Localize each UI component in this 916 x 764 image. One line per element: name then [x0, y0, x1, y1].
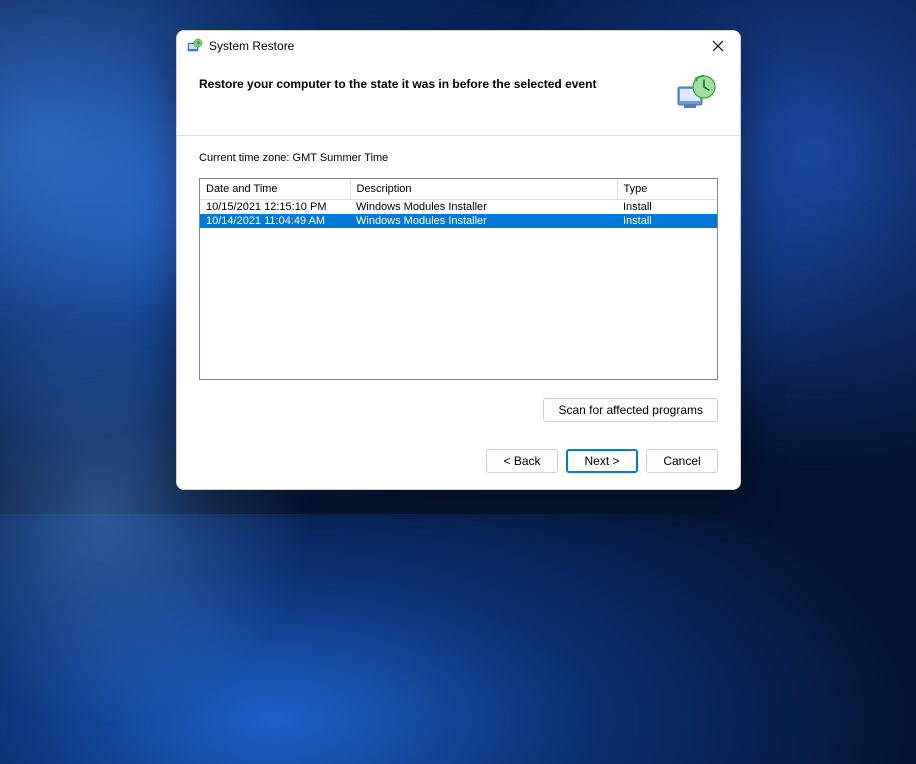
column-header-description-label: Description: [357, 183, 412, 195]
table-row[interactable]: 10/15/2021 12:15:10 PM Windows Modules I…: [200, 200, 717, 215]
close-icon: [712, 40, 724, 52]
header-section: Restore your computer to the state it wa…: [177, 61, 740, 136]
close-button[interactable]: [706, 34, 730, 58]
cell-type: Install: [617, 200, 717, 215]
cell-description: Windows Modules Installer: [350, 200, 617, 215]
restore-hero-icon: [674, 73, 718, 117]
scan-affected-programs-button[interactable]: Scan for affected programs: [543, 398, 718, 422]
cell-description: Windows Modules Installer: [350, 214, 617, 228]
column-header-type[interactable]: Type: [617, 179, 717, 200]
table-header-row: Date and Time ⌄ Description Type: [200, 179, 717, 200]
timezone-label: Current time zone: GMT Summer Time: [199, 152, 718, 164]
page-heading: Restore your computer to the state it wa…: [199, 73, 664, 91]
system-restore-dialog: System Restore Restore your computer to …: [176, 30, 741, 490]
column-header-description[interactable]: Description: [350, 179, 617, 200]
table-row[interactable]: 10/14/2021 11:04:49 AM Windows Modules I…: [200, 214, 717, 228]
cell-type: Install: [617, 214, 717, 228]
system-restore-icon: [187, 38, 203, 54]
next-button[interactable]: Next >: [566, 449, 638, 473]
column-header-date-label: Date and Time: [206, 183, 278, 195]
restore-points-table: Date and Time ⌄ Description Type 10/15/2…: [199, 178, 718, 380]
window-title: System Restore: [209, 39, 294, 53]
cell-date: 10/15/2021 12:15:10 PM: [200, 200, 350, 215]
column-header-date[interactable]: Date and Time ⌄: [200, 179, 350, 200]
sort-descending-icon: ⌄: [270, 181, 277, 190]
titlebar: System Restore: [177, 31, 740, 61]
content-area: Current time zone: GMT Summer Time Date …: [177, 136, 740, 437]
cancel-button[interactable]: Cancel: [646, 449, 718, 473]
back-button[interactable]: < Back: [486, 449, 558, 473]
cell-date: 10/14/2021 11:04:49 AM: [200, 214, 350, 228]
column-header-type-label: Type: [624, 183, 648, 195]
wizard-footer: < Back Next > Cancel: [177, 437, 740, 489]
